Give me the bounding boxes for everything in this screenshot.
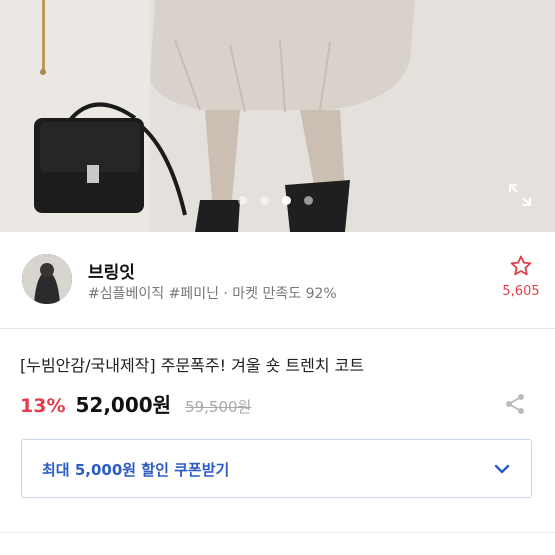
coupon-button[interactable]: 최대 5,000원 할인 쿠폰받기	[21, 439, 532, 498]
product-title: [누빔안감/국내제작] 주문폭주! 겨울 숏 트렌치 코트	[20, 356, 365, 375]
chevron-down-icon	[494, 464, 510, 474]
favorite-count: 5,605	[502, 284, 540, 299]
shop-name[interactable]: 브링잇	[88, 258, 135, 283]
carousel-dot[interactable]	[238, 196, 247, 205]
shop-tags: #심플베이직 #페미닌 · 마켓 만족도 92%	[88, 286, 337, 302]
sale-price: 52,000원	[75, 393, 172, 417]
share-icon[interactable]	[504, 393, 526, 415]
coupon-label: 최대 5,000원 할인 쿠폰받기	[42, 461, 230, 479]
star-icon	[510, 255, 532, 276]
price-row: 13% 52,000원 59,500원	[20, 389, 251, 418]
shop-info[interactable]: 브링잇 #심플베이직 #페미닌 · 마켓 만족도 92% 5,605	[0, 232, 555, 329]
carousel-dot-active[interactable]	[282, 196, 291, 205]
carousel-indicator	[238, 196, 313, 205]
carousel-dot[interactable]	[304, 196, 313, 205]
carousel-dot[interactable]	[260, 196, 269, 205]
shop-avatar[interactable]	[22, 254, 72, 304]
section-divider	[0, 532, 555, 533]
favorite-button[interactable]: 5,605	[501, 254, 541, 299]
discount-rate: 13%	[20, 395, 66, 417]
avatar-image	[22, 254, 72, 304]
expand-icon[interactable]	[507, 182, 533, 208]
product-image[interactable]	[0, 0, 555, 232]
original-price: 59,500원	[185, 398, 252, 416]
